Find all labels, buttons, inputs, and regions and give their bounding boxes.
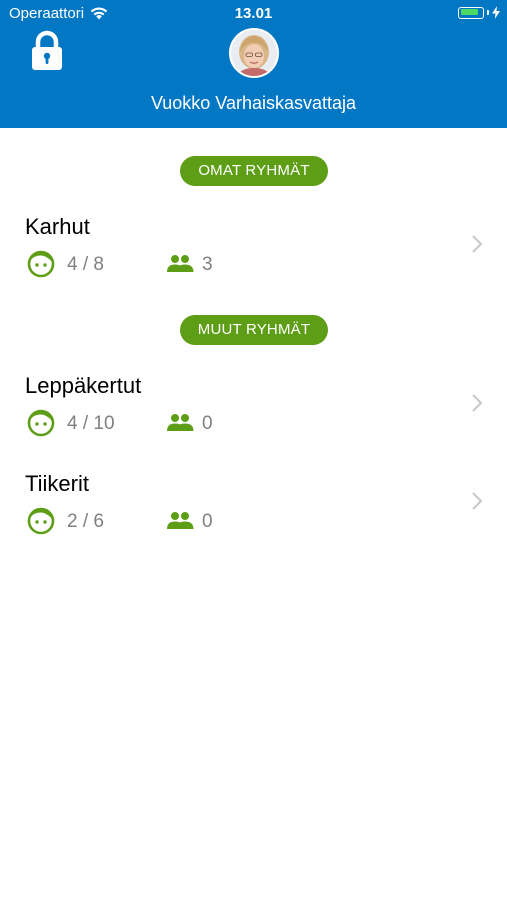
battery-tip [487,10,489,15]
user-photo [231,30,277,76]
group-row-karhut[interactable]: Karhut 4 / 8 3 [0,214,507,304]
section-label-own-groups: OMAT RYHMÄT [180,156,328,186]
child-face-icon [27,507,55,535]
chevron-right-icon [472,235,483,253]
staff-count: 3 [202,254,213,275]
staff-count: 0 [202,413,213,434]
status-time: 13.01 [234,5,273,22]
children-count: 2 / 6 [67,511,104,532]
lock-icon[interactable] [30,30,64,72]
children-count: 4 / 8 [67,254,104,275]
staff-group-icon [167,414,194,431]
group-name: Tiikerit [25,471,89,496]
section-label-other-groups: MUUT RYHMÄT [180,315,328,345]
group-name: Leppäkertut [25,373,142,398]
chevron-right-icon [472,394,483,412]
staff-group-icon [167,512,194,529]
group-name: Karhut [25,214,90,239]
staff-count: 0 [202,511,213,532]
children-count: 4 / 10 [67,413,115,434]
battery-fill [460,9,478,15]
user-name: Vuokko Varhaiskasvattaja [150,93,357,113]
child-face-icon [27,409,55,437]
group-row-tiikerit[interactable]: Tiikerit 2 / 6 0 [0,471,507,561]
avatar[interactable] [229,28,279,78]
battery-icon [458,6,484,19]
chevron-right-icon [472,492,483,510]
status-bar: Operaattori 13.01 [0,0,507,28]
header-bar: Operaattori 13.01 Vuokko Varhaiskasvatta… [0,0,507,128]
child-face-icon [27,250,55,278]
battery-indicator [458,6,500,19]
charging-bolt-icon [492,6,500,19]
staff-group-icon [167,255,194,272]
group-row-leppakertut[interactable]: Leppäkertut 4 / 10 0 [0,373,507,463]
